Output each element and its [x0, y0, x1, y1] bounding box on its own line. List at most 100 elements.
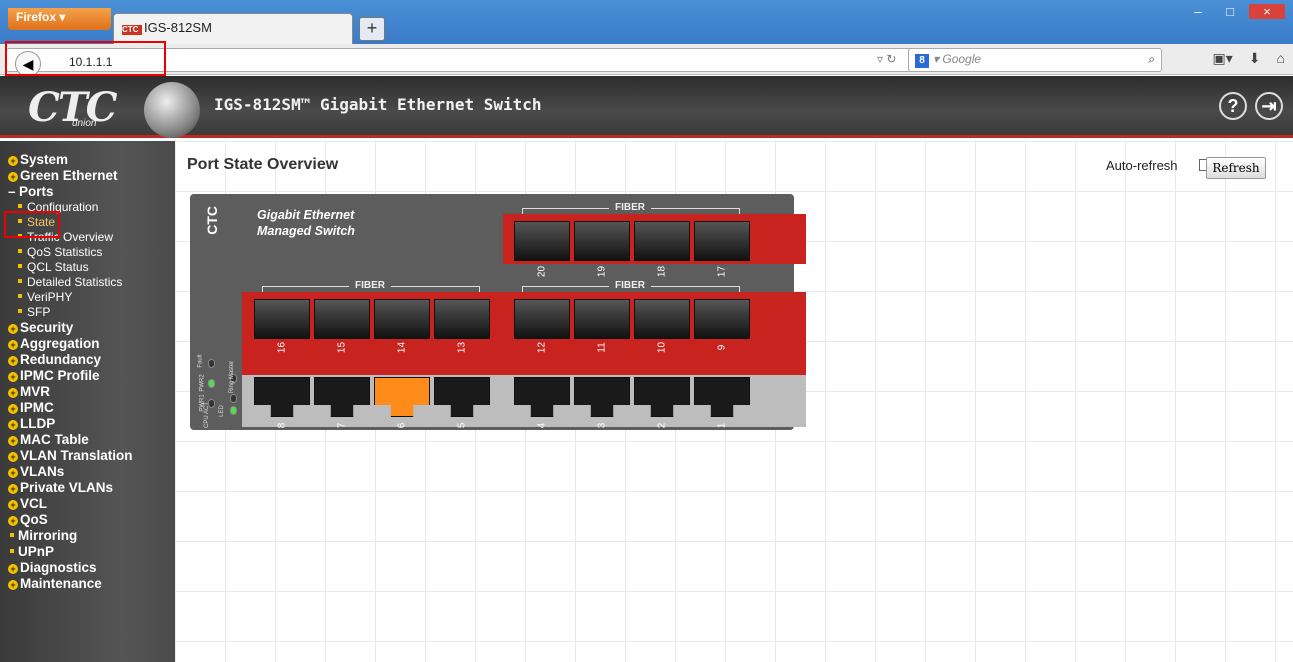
sidebar-item-label: Detailed Statistics	[27, 275, 123, 289]
refresh-button[interactable]: Refresh	[1206, 157, 1266, 179]
sidebar-item-label: VLAN Translation	[20, 448, 133, 463]
sidebar-item-qos-statistics[interactable]: QoS Statistics	[0, 245, 175, 260]
port-number-5: 5	[456, 422, 468, 429]
expand-icon: +	[8, 372, 18, 382]
sidebar-item-label: MAC Table	[20, 432, 89, 447]
port-15[interactable]	[314, 299, 370, 339]
sidebar-item-label: Configuration	[27, 200, 99, 214]
port-19[interactable]	[574, 221, 630, 261]
sidebar-item-maintenance[interactable]: + Maintenance	[0, 576, 175, 592]
switch-model-name: Gigabit Ethernet Managed Switch	[257, 208, 355, 238]
sidebar-item-aggregation[interactable]: + Aggregation	[0, 336, 175, 352]
sidebar-item-vlan-translation[interactable]: + VLAN Translation	[0, 448, 175, 464]
status-led-0	[208, 359, 215, 368]
expand-icon: +	[8, 452, 18, 462]
sidebar-item-green-ethernet[interactable]: + Green Ethernet	[0, 168, 175, 184]
logout-icon[interactable]: ⇥	[1255, 92, 1283, 120]
home-icon[interactable]: ⌂	[1277, 50, 1285, 67]
sidebar-item-label: System	[20, 152, 69, 167]
sidebar-item-label: Traffic Overview	[27, 230, 114, 244]
back-arrow-icon[interactable]: ◀	[15, 51, 41, 77]
sidebar-item-configuration[interactable]: Configuration	[0, 200, 175, 215]
browser-tab[interactable]: CTC IGS-812SM	[113, 13, 353, 44]
sidebar-item-upnp[interactable]: UPnP	[0, 544, 175, 560]
sidebar-item-veriphy[interactable]: VeriPHY	[0, 290, 175, 305]
port-number-1: 1	[716, 422, 728, 429]
header-icons: ? ⇥	[1219, 92, 1283, 120]
maximize-button[interactable]: □	[1217, 4, 1243, 19]
sidebar-item-security[interactable]: + Security	[0, 320, 175, 336]
expand-icon: +	[8, 516, 18, 526]
search-input[interactable]: 8 ▾ Google ⌕	[908, 48, 1162, 72]
expand-icon: +	[8, 436, 18, 446]
expand-icon: +	[8, 156, 18, 166]
port-number-7: 7	[336, 422, 348, 429]
port-18[interactable]	[634, 221, 690, 261]
led-label: Ring Master	[229, 360, 236, 394]
port-number-8: 8	[276, 422, 288, 429]
port-9[interactable]	[694, 299, 750, 339]
port-11[interactable]	[574, 299, 630, 339]
sidebar-item-vcl[interactable]: + VCL	[0, 496, 175, 512]
sidebar-item-detailed-statistics[interactable]: Detailed Statistics	[0, 275, 175, 290]
browser-tab-bar: Firefox ▾ CTC IGS-812SM + – □ ×	[0, 0, 1293, 44]
port-12[interactable]	[514, 299, 570, 339]
sidebar-item-state[interactable]: State	[0, 215, 175, 230]
port-17[interactable]	[694, 221, 750, 261]
sidebar-item-diagnostics[interactable]: + Diagnostics	[0, 560, 175, 576]
sidebar-item-lldp[interactable]: + LLDP	[0, 416, 175, 432]
sidebar-item-redundancy[interactable]: + Redundancy	[0, 352, 175, 368]
sidebar-item-label: Diagnostics	[20, 560, 97, 575]
sidebar-item-label: SFP	[27, 305, 51, 319]
expand-icon: +	[8, 564, 18, 574]
bullet-icon	[18, 219, 22, 223]
reload-icon[interactable]: ▿ ↻	[877, 52, 896, 66]
url-text[interactable]: 10.1.1.1	[69, 55, 112, 69]
sidebar-item-ipmc[interactable]: + IPMC	[0, 400, 175, 416]
port-13[interactable]	[434, 299, 490, 339]
sidebar-item-label: Security	[20, 320, 74, 335]
toolbar-icons: ▣▾ ⬇ ⌂	[1213, 50, 1285, 67]
port-16[interactable]	[254, 299, 310, 339]
sidebar-item-mirroring[interactable]: Mirroring	[0, 528, 175, 544]
sidebar-item-mvr[interactable]: + MVR	[0, 384, 175, 400]
port-number-15: 15	[336, 341, 348, 354]
search-icon[interactable]: ⌕	[1148, 52, 1155, 67]
port-10[interactable]	[634, 299, 690, 339]
sidebar-item-vlans[interactable]: + VLANs	[0, 464, 175, 480]
bookmarks-icon[interactable]: ▣▾	[1213, 50, 1233, 67]
sidebar-menu: + System + Green Ethernet – Ports Configuratio…	[0, 141, 175, 662]
sidebar-item-ports[interactable]: – Ports	[0, 184, 175, 200]
auto-refresh-label: Auto-refresh	[1106, 158, 1178, 173]
port-20[interactable]	[514, 221, 570, 261]
expand-icon: +	[8, 388, 18, 398]
port-number-19: 19	[596, 265, 608, 278]
fiber-label: FIBER	[609, 202, 651, 213]
close-window-button[interactable]: ×	[1249, 4, 1285, 19]
new-tab-button[interactable]: +	[359, 17, 385, 41]
port-number-10: 10	[656, 341, 668, 354]
sidebar-item-private-vlans[interactable]: + Private VLANs	[0, 480, 175, 496]
minimize-button[interactable]: –	[1185, 4, 1211, 19]
sidebar-item-qos[interactable]: + QoS	[0, 512, 175, 528]
bullet-icon	[18, 294, 22, 298]
port-number-9: 9	[716, 344, 728, 351]
port-number-2: 2	[656, 422, 668, 429]
sidebar-item-sfp[interactable]: SFP	[0, 305, 175, 320]
sidebar-item-traffic-overview[interactable]: Traffic Overview	[0, 230, 175, 245]
expand-icon: +	[8, 468, 18, 478]
fiber-label: FIBER	[609, 280, 651, 291]
firefox-menu-button[interactable]: Firefox ▾	[8, 8, 111, 30]
sidebar-item-qcl-status[interactable]: QCL Status	[0, 260, 175, 275]
port-14[interactable]	[374, 299, 430, 339]
help-icon[interactable]: ?	[1219, 92, 1247, 120]
bullet-icon	[18, 204, 22, 208]
bullet-icon	[10, 533, 14, 537]
main-content: Port State Overview Auto-refresh Refresh…	[175, 141, 1293, 662]
sidebar-item-ipmc-profile[interactable]: + IPMC Profile	[0, 368, 175, 384]
sidebar-item-label: Private VLANs	[20, 480, 114, 495]
port-number-3: 3	[596, 422, 608, 429]
sidebar-item-mac-table[interactable]: + MAC Table	[0, 432, 175, 448]
download-icon[interactable]: ⬇	[1249, 50, 1261, 67]
sidebar-item-system[interactable]: + System	[0, 152, 175, 168]
